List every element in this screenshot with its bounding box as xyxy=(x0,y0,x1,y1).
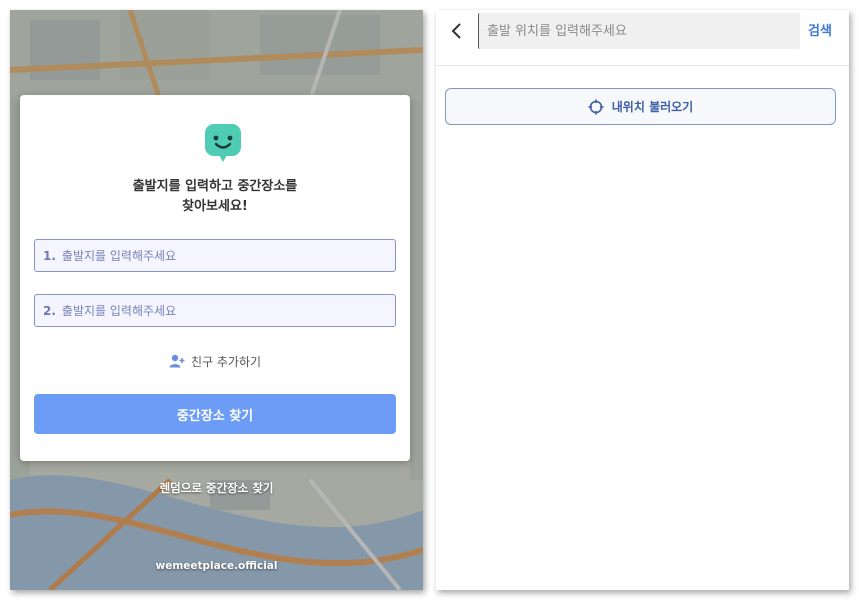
chat-face-logo-icon xyxy=(205,124,241,162)
start-input-card: 출발지를 입력하고 중간장소를 찾아보세요! 1. 출발지를 입력해주세요 2.… xyxy=(20,95,410,461)
location-search-panel: 검색 내위치 불러오기 xyxy=(436,10,849,590)
back-button[interactable] xyxy=(446,20,468,42)
screenshot-stage: 출발지를 입력하고 중간장소를 찾아보세요! 1. 출발지를 입력해주세요 2.… xyxy=(0,0,859,600)
headline-line-2: 찾아보세요! xyxy=(182,199,248,214)
field-1-number: 1. xyxy=(43,248,56,263)
search-header: 검색 xyxy=(436,10,849,66)
crosshair-icon xyxy=(588,99,604,114)
search-button[interactable]: 검색 xyxy=(808,20,832,39)
field-2-placeholder: 출발지를 입력해주세요 xyxy=(61,304,177,318)
start-location-search-input[interactable] xyxy=(478,13,800,49)
load-my-location-button[interactable]: 내위치 불러오기 xyxy=(445,88,836,125)
find-midpoint-button[interactable]: 중간장소 찾기 xyxy=(34,394,396,434)
headline-line-1: 출발지를 입력하고 중간장소를 xyxy=(132,179,298,194)
load-my-location-label: 내위치 불러오기 xyxy=(611,100,694,114)
back-chevron-icon xyxy=(451,23,461,39)
footer-account: wemeetplace.official xyxy=(155,560,278,572)
start-location-field-2[interactable]: 2. 출발지를 입력해주세요 xyxy=(34,294,396,327)
start-location-field-1[interactable]: 1. 출발지를 입력해주세요 xyxy=(34,239,396,272)
person-add-icon xyxy=(169,354,185,368)
field-2-number: 2. xyxy=(43,303,56,318)
start-screen-panel: 출발지를 입력하고 중간장소를 찾아보세요! 1. 출발지를 입력해주세요 2.… xyxy=(10,10,423,590)
headline: 출발지를 입력하고 중간장소를 찾아보세요! xyxy=(20,177,410,217)
field-1-placeholder: 출발지를 입력해주세요 xyxy=(61,249,177,263)
add-friend-button[interactable]: 친구 추가하기 xyxy=(20,351,410,371)
add-friend-label: 친구 추가하기 xyxy=(190,354,262,369)
random-midpoint-link[interactable]: 렌덤으로 중간장소 찾기 xyxy=(10,480,423,496)
